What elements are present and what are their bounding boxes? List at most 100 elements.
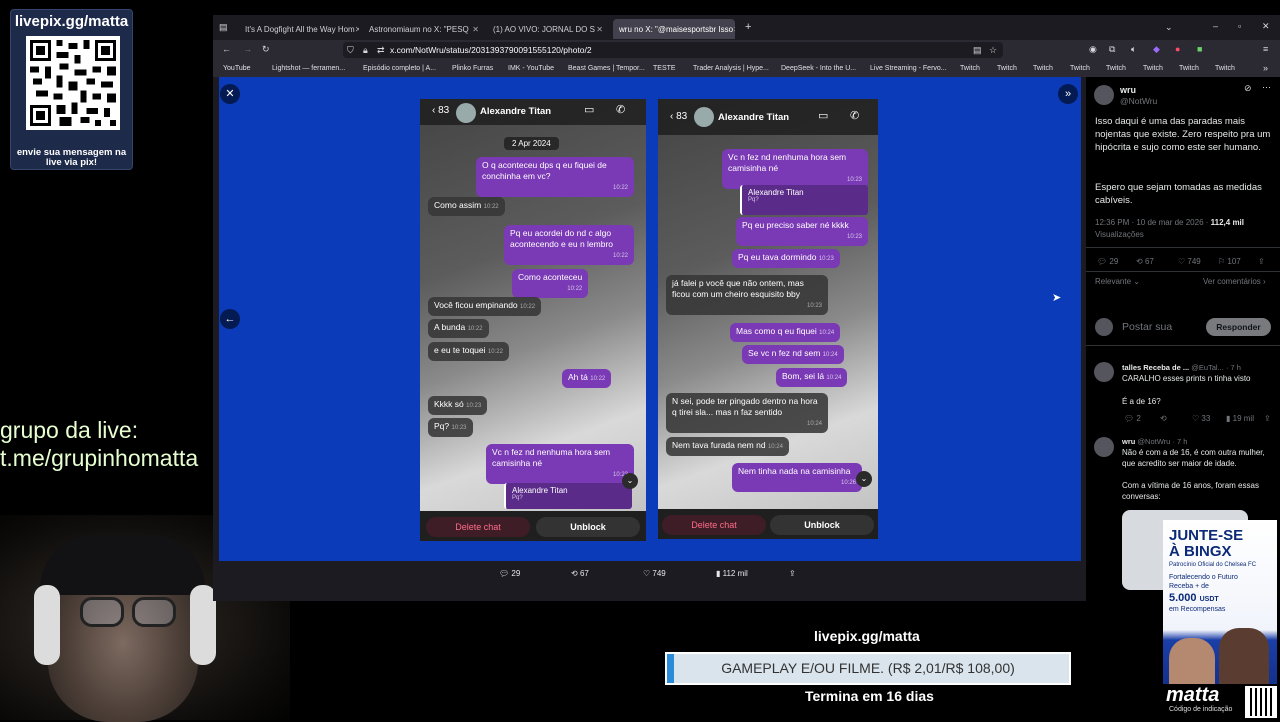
repost-action[interactable]: ⟲ 67 <box>571 569 589 578</box>
close-icon[interactable]: ✕ <box>472 25 483 34</box>
share-icon[interactable]: ⇪ <box>1264 414 1271 423</box>
post-reply-input[interactable]: Postar sua <box>1122 321 1172 334</box>
forward-icon[interactable]: → <box>243 44 252 54</box>
bookmark-teste[interactable]: TESTE <box>653 65 676 72</box>
bookmark-twitch[interactable]: Twitch <box>1106 65 1126 72</box>
close-icon[interactable]: ✕ <box>733 25 735 34</box>
ad-line1: Fortalecendo o Futuro <box>1169 574 1238 581</box>
bookmark-episodio[interactable]: Episódio completo | A... <box>363 65 436 72</box>
star-icon[interactable]: ☆ <box>989 42 997 58</box>
avatar[interactable] <box>1094 437 1114 457</box>
mute-icon[interactable]: 🔈︎ <box>1131 44 1136 55</box>
chat-date: 2 Apr 2024 <box>504 137 559 150</box>
ext-green-icon[interactable]: ■ <box>1197 44 1202 54</box>
more-icon[interactable]: ⋯ <box>1262 82 1271 93</box>
like-stat[interactable]: ♡ 33 <box>1192 414 1210 423</box>
mouse-cursor-icon: ➤ <box>1052 292 1062 304</box>
previous-image-button[interactable]: ← <box>220 309 240 329</box>
reply-time: · 7 h <box>1172 437 1188 446</box>
adblock-icon[interactable]: ● <box>1175 44 1180 54</box>
reply-stat[interactable]: 💬︎ 2 <box>1124 414 1141 423</box>
share-icon[interactable]: ⇪ <box>789 569 796 578</box>
url-bar[interactable]: ⛉ 🔒︎ ⇄ x.com/NotWru/status/2031393790091… <box>343 42 1003 58</box>
bookmark-beast-games[interactable]: Beast Games | Tempor... <box>568 65 645 72</box>
responder-button[interactable]: Responder <box>1206 318 1271 336</box>
repost-stat[interactable]: ⟲ 67 <box>1136 257 1154 266</box>
extensions-icon[interactable]: ⧉ <box>1109 44 1115 55</box>
maximize-icon[interactable]: ▫ <box>1238 21 1241 31</box>
bookmark-twitch[interactable]: Twitch <box>1215 65 1235 72</box>
share-icon[interactable]: ⇪ <box>1258 257 1265 266</box>
site-settings-icon[interactable]: ⇄ <box>377 42 385 58</box>
bookmark-twitch[interactable]: Twitch <box>1179 65 1199 72</box>
bookmark-twitch[interactable]: Twitch <box>1070 65 1090 72</box>
menu-icon[interactable]: ≡ <box>1263 44 1268 54</box>
quote-text: Pq? <box>512 495 523 501</box>
minimize-icon[interactable]: – <box>1213 21 1218 31</box>
tab-1[interactable]: It's A Dogfight All the Way Hom ✕ <box>239 19 359 39</box>
views-action[interactable]: ▮ 112 mil <box>716 569 748 578</box>
close-icon[interactable]: ✕ <box>355 25 359 34</box>
delete-chat-button: Delete chat <box>426 517 530 537</box>
reader-icon[interactable]: ▤ <box>973 42 982 58</box>
bookmark-trader[interactable]: Trader Analysis | Hype... <box>693 65 769 72</box>
chevron-down-icon[interactable]: ⌄ <box>1165 22 1173 33</box>
author-handle[interactable]: @NotWru <box>1120 95 1157 108</box>
bookmark-youtube[interactable]: YouTube <box>223 65 251 72</box>
back-icon[interactable]: ← <box>222 44 231 54</box>
tab-4-active[interactable]: wru no X: "@maisesportsbr Isso✕ <box>613 19 735 39</box>
close-icon[interactable]: ✕ <box>596 25 607 34</box>
reply-action[interactable]: 💬︎ 29 <box>499 569 520 578</box>
avatar[interactable] <box>1094 362 1114 382</box>
bookmark-twitch[interactable]: Twitch <box>960 65 980 72</box>
ver-comentarios[interactable]: Ver comentários › <box>1203 277 1266 286</box>
message-text: Ah tá <box>568 372 588 382</box>
bookmark-plinko[interactable]: Plinko Furras <box>452 65 493 72</box>
reload-icon[interactable]: ↻ <box>262 44 270 55</box>
lock-icon[interactable]: 🔒︎ <box>363 42 368 58</box>
bookmark-lightshot[interactable]: Lightshot — ferramen... <box>272 65 345 72</box>
bookmarks-bar: YouTube Lightshot — ferramen... Episódio… <box>213 60 1280 77</box>
ad-title: JUNTE-SE À BINGX <box>1169 528 1243 560</box>
browser-window: ▤ It's A Dogfight All the Way Hom ✕ Astro… <box>213 15 1280 601</box>
headphone-left <box>34 585 60 665</box>
tweet-text-2: Espero que sejam tomadas as medidas cabí… <box>1095 182 1262 206</box>
qr-header: livepix.gg/matta <box>14 13 129 30</box>
extension-icon[interactable]: ◉ <box>1089 44 1097 55</box>
bookmark-stat[interactable]: ⚐ 107 <box>1218 257 1241 266</box>
grok-icon[interactable]: ⊘ <box>1244 83 1252 94</box>
bookmark-live-streaming[interactable]: Live Streaming - Fervo... <box>870 65 947 72</box>
repost-stat[interactable]: ⟲ <box>1160 414 1167 423</box>
glasses-left <box>80 597 124 627</box>
twitch-ext-icon[interactable]: ◆ <box>1153 44 1160 55</box>
like-action[interactable]: ♡ 749 <box>643 569 666 578</box>
reply-author[interactable]: wru <box>1122 437 1135 446</box>
like-stat[interactable]: ♡ 749 <box>1178 257 1201 266</box>
close-viewer-button[interactable]: ✕ <box>220 84 240 104</box>
message-bubble: Você ficou empinando 10:22 <box>428 297 542 316</box>
views-stat[interactable]: ▮ 19 mil <box>1226 414 1254 423</box>
sort-relevante[interactable]: Relevante ⌄ <box>1095 277 1140 286</box>
message-text: O q aconteceu dps q eu fiquei de conchin… <box>482 160 607 181</box>
new-tab-icon[interactable]: + <box>745 21 751 33</box>
bookmark-twitch[interactable]: Twitch <box>1033 65 1053 72</box>
bookmark-imk[interactable]: IMK - YouTube <box>508 65 554 72</box>
bookmark-twitch[interactable]: Twitch <box>1143 65 1163 72</box>
tab-2[interactable]: Astronomiaum no X: "PESQ ✕ <box>363 19 483 39</box>
message-bubble: A bunda 10:22 <box>428 319 489 338</box>
tab-list-icon[interactable]: ▤ <box>219 22 228 33</box>
reply-author[interactable]: talles Receba de ... <box>1122 363 1189 372</box>
ad-unit: USDT <box>1199 596 1219 603</box>
more-bookmarks-icon[interactable]: » <box>1263 63 1268 73</box>
bookmark-twitch[interactable]: Twitch <box>997 65 1017 72</box>
grupo-line1: grupo da live: <box>0 417 139 443</box>
shield-icon[interactable]: ⛉ <box>347 42 354 58</box>
window-close-icon[interactable]: ✕ <box>1262 21 1270 32</box>
tab-3[interactable]: (1) AO VIVO: JORNAL DO S ✕ <box>487 19 607 39</box>
brand-bar: matta Código de indicação <box>1163 684 1280 720</box>
expand-sidebar-button[interactable]: » <box>1058 84 1078 104</box>
bookmark-deepseek[interactable]: DeepSeek - Into the U... <box>781 65 856 72</box>
avatar[interactable] <box>1094 85 1114 105</box>
reply-stat[interactable]: 💬︎ 29 <box>1097 257 1118 266</box>
message-bubble: O q aconteceu dps q eu fiquei de conchin… <box>476 157 634 197</box>
